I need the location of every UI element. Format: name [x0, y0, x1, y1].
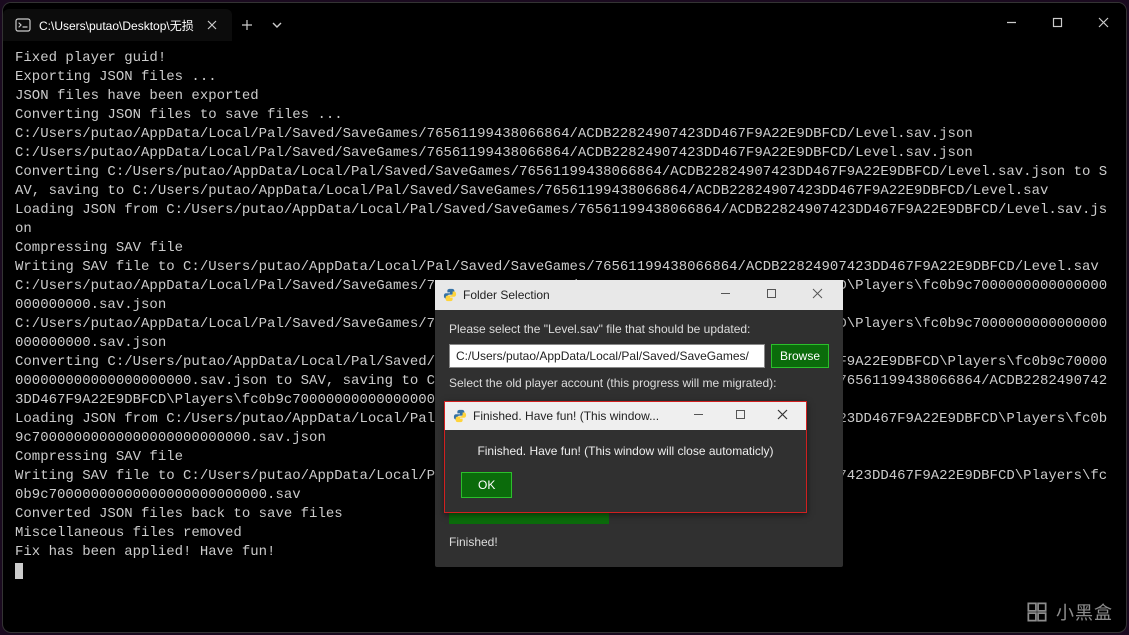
- tab-dropdown-button[interactable]: [262, 9, 292, 41]
- dialog-title: Folder Selection: [463, 288, 550, 302]
- select-file-label: Please select the "Level.sav" file that …: [449, 322, 829, 336]
- dialog-titlebar[interactable]: Finished. Have fun! (This window...: [445, 402, 806, 430]
- dialog-close-button[interactable]: [764, 409, 800, 423]
- tab-close-button[interactable]: [202, 15, 222, 35]
- browse-button[interactable]: Browse: [771, 344, 829, 368]
- select-account-label: Select the old player account (this prog…: [449, 376, 829, 390]
- finished-status-label: Finished!: [449, 535, 829, 549]
- dialog-minimize-button[interactable]: [680, 409, 716, 423]
- new-tab-button[interactable]: [232, 9, 262, 41]
- finished-message: Finished. Have fun! (This window will cl…: [461, 444, 790, 458]
- dialog-minimize-button[interactable]: [705, 288, 745, 302]
- minimize-button[interactable]: [988, 3, 1034, 41]
- tab[interactable]: C:\Users\putao\Desktop\无损: [3, 9, 232, 41]
- path-input[interactable]: [449, 344, 765, 368]
- terminal-icon: [15, 17, 31, 33]
- titlebar: C:\Users\putao\Desktop\无损: [3, 3, 1126, 41]
- ok-button[interactable]: OK: [461, 472, 512, 498]
- dialog-maximize-button[interactable]: [722, 409, 758, 423]
- finished-dialog: Finished. Have fun! (This window... Fini…: [444, 401, 807, 513]
- maximize-button[interactable]: [1034, 3, 1080, 41]
- dialog-close-button[interactable]: [797, 288, 837, 302]
- dialog-maximize-button[interactable]: [751, 288, 791, 302]
- close-window-button[interactable]: [1080, 3, 1126, 41]
- python-icon: [453, 409, 467, 423]
- tab-title: C:\Users\putao\Desktop\无损: [39, 17, 194, 34]
- dialog-titlebar[interactable]: Folder Selection: [435, 280, 843, 310]
- python-icon: [443, 288, 457, 302]
- window-controls: [988, 3, 1126, 41]
- dialog-title: Finished. Have fun! (This window...: [473, 409, 659, 423]
